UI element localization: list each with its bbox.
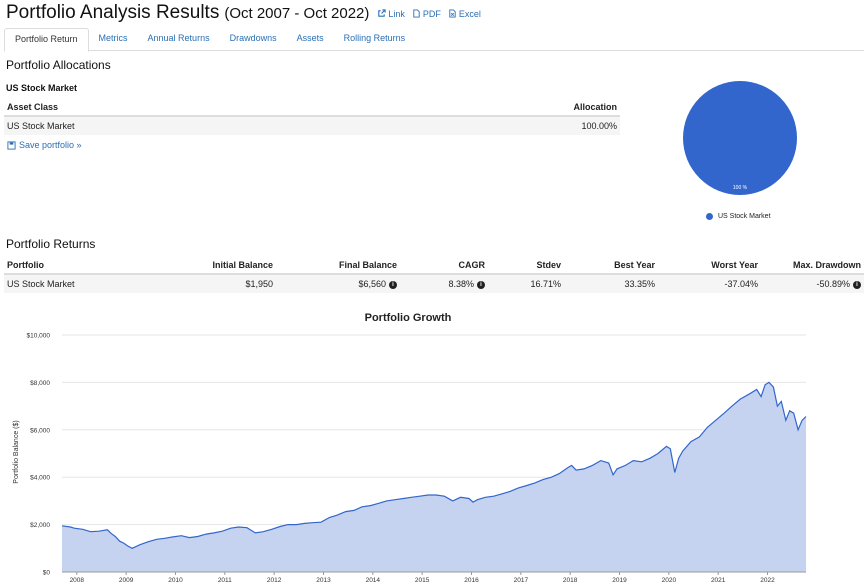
x-tick-label: 2016 <box>464 577 479 584</box>
x-tick-label: 2010 <box>168 577 183 584</box>
x-tick-label: 2011 <box>218 577 232 584</box>
portfolio-growth-chart: Portfolio Growth Portfolio Balance ($) $… <box>13 312 807 584</box>
x-tick-label: 2021 <box>711 577 726 584</box>
x-tick-label: 2008 <box>70 577 85 584</box>
y-tick-label: $2,000 <box>30 522 50 529</box>
x-tick-label: 2017 <box>514 577 529 584</box>
x-tick-label: 2020 <box>662 577 677 584</box>
y-tick-label: $8,000 <box>30 380 50 387</box>
x-axis-ticks: 2008 2009 2010 2011 2012 2013 2014 2015 2016 2017… <box>62 571 806 584</box>
y-tick-label: $10,000 <box>27 333 51 340</box>
x-tick-label: 2022 <box>760 577 775 584</box>
y-tick-label: $4,000 <box>30 475 50 482</box>
y-axis-ticks: $0 $2,000 $4,000 $6,000 $8,000 $10,000 <box>27 333 51 577</box>
x-tick-label: 2012 <box>267 577 282 584</box>
x-tick-label: 2015 <box>415 577 430 584</box>
x-tick-label: 2009 <box>119 577 134 584</box>
x-tick-label: 2019 <box>612 577 627 584</box>
x-tick-label: 2013 <box>316 577 331 584</box>
chart-title: Portfolio Growth <box>365 312 452 324</box>
y-tick-label: $0 <box>43 570 51 577</box>
x-tick-label: 2014 <box>366 577 381 584</box>
y-axis-label: Portfolio Balance ($) <box>13 420 20 483</box>
y-tick-label: $6,000 <box>30 427 50 434</box>
x-tick-label: 2018 <box>563 577 578 584</box>
